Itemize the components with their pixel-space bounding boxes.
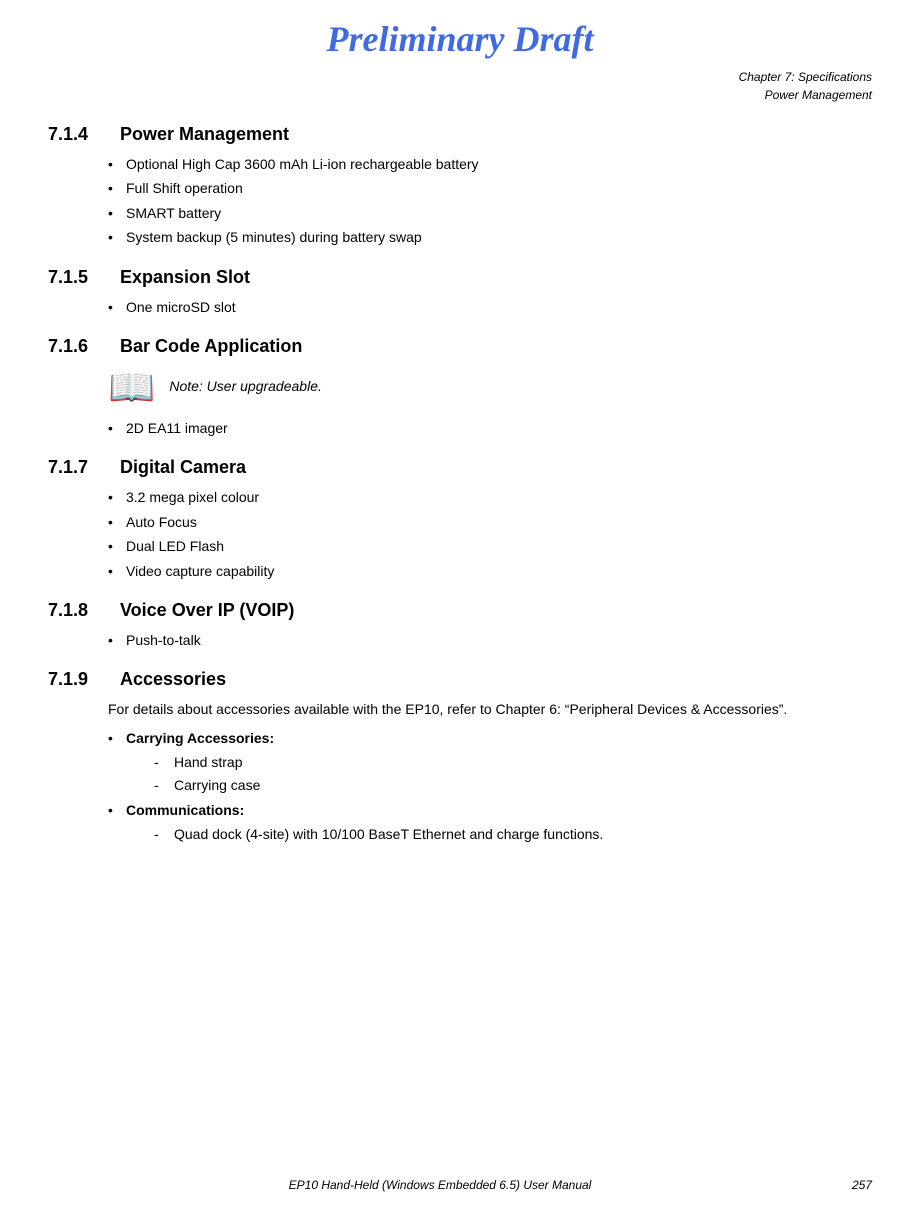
note-box-716: 📖 Note: User upgradeable. — [108, 367, 872, 407]
section-716: 7.1.6 Bar Code Application 📖 Note: User … — [48, 336, 872, 439]
chapter-subtitle: Power Management — [0, 86, 872, 104]
list-item: Auto Focus — [108, 511, 872, 533]
section-715: 7.1.5 Expansion Slot One microSD slot — [48, 267, 872, 318]
footer-page: 257 — [832, 1178, 872, 1192]
section-719: 7.1.9 Accessories For details about acce… — [48, 669, 872, 845]
list-item: Video capture capability — [108, 560, 872, 582]
list-item: Carrying Accessories: Hand strap Carryin… — [108, 727, 872, 797]
section-name-715: Expansion Slot — [120, 267, 250, 288]
section-heading-718: 7.1.8 Voice Over IP (VOIP) — [48, 600, 872, 621]
section-name-714: Power Management — [120, 124, 289, 145]
section-heading-715: 7.1.5 Expansion Slot — [48, 267, 872, 288]
section-717: 7.1.7 Digital Camera 3.2 mega pixel colo… — [48, 457, 872, 582]
section-number-718: 7.1.8 — [48, 600, 102, 621]
list-item: Communications: Quad dock (4-site) with … — [108, 799, 872, 846]
bullet-list-715: One microSD slot — [48, 296, 872, 318]
list-item: Push-to-talk — [108, 629, 872, 651]
communications-dash-list: Quad dock (4-site) with 10/100 BaseT Eth… — [126, 823, 872, 845]
carrying-dash-list: Hand strap Carrying case — [126, 751, 872, 797]
bullet-list-718: Push-to-talk — [48, 629, 872, 651]
list-item: Hand strap — [154, 751, 872, 773]
section-number-715: 7.1.5 — [48, 267, 102, 288]
section-name-717: Digital Camera — [120, 457, 246, 478]
accessories-para: For details about accessories available … — [48, 698, 872, 720]
bullet-list-716: 2D EA11 imager — [48, 417, 872, 439]
footer-center: EP10 Hand-Held (Windows Embedded 6.5) Us… — [48, 1178, 832, 1192]
carrying-accessories-label: Carrying Accessories: — [126, 730, 274, 746]
list-item: System backup (5 minutes) during battery… — [108, 226, 872, 248]
note-text-716: Note: User upgradeable. — [169, 367, 322, 399]
section-name-718: Voice Over IP (VOIP) — [120, 600, 294, 621]
section-heading-714: 7.1.4 Power Management — [48, 124, 872, 145]
list-item: SMART battery — [108, 202, 872, 224]
section-heading-716: 7.1.6 Bar Code Application — [48, 336, 872, 357]
list-item: 2D EA11 imager — [108, 417, 872, 439]
section-718: 7.1.8 Voice Over IP (VOIP) Push-to-talk — [48, 600, 872, 651]
main-content: 7.1.4 Power Management Optional High Cap… — [0, 104, 920, 874]
list-item: Optional High Cap 3600 mAh Li-ion rechar… — [108, 153, 872, 175]
book-icon: 📖 — [108, 369, 155, 407]
section-number-714: 7.1.4 — [48, 124, 102, 145]
list-item: Dual LED Flash — [108, 535, 872, 557]
chapter-title: Chapter 7: Specifications — [0, 68, 872, 86]
section-number-716: 7.1.6 — [48, 336, 102, 357]
section-714: 7.1.4 Power Management Optional High Cap… — [48, 124, 872, 249]
list-item: 3.2 mega pixel colour — [108, 486, 872, 508]
bullet-list-714: Optional High Cap 3600 mAh Li-ion rechar… — [48, 153, 872, 249]
accessories-list: Carrying Accessories: Hand strap Carryin… — [48, 727, 872, 846]
section-name-716: Bar Code Application — [120, 336, 302, 357]
list-item: Carrying case — [154, 774, 872, 796]
section-heading-719: 7.1.9 Accessories — [48, 669, 872, 690]
bullet-list-717: 3.2 mega pixel colour Auto Focus Dual LE… — [48, 486, 872, 582]
section-heading-717: 7.1.7 Digital Camera — [48, 457, 872, 478]
section-name-719: Accessories — [120, 669, 226, 690]
page-footer: EP10 Hand-Held (Windows Embedded 6.5) Us… — [0, 1178, 920, 1192]
list-item: Quad dock (4-site) with 10/100 BaseT Eth… — [154, 823, 872, 845]
communications-label: Communications: — [126, 802, 244, 818]
section-number-717: 7.1.7 — [48, 457, 102, 478]
chapter-header: Chapter 7: Specifications Power Manageme… — [0, 64, 920, 104]
section-number-719: 7.1.9 — [48, 669, 102, 690]
page-title: Preliminary Draft — [0, 0, 920, 64]
list-item: Full Shift operation — [108, 177, 872, 199]
list-item: One microSD slot — [108, 296, 872, 318]
